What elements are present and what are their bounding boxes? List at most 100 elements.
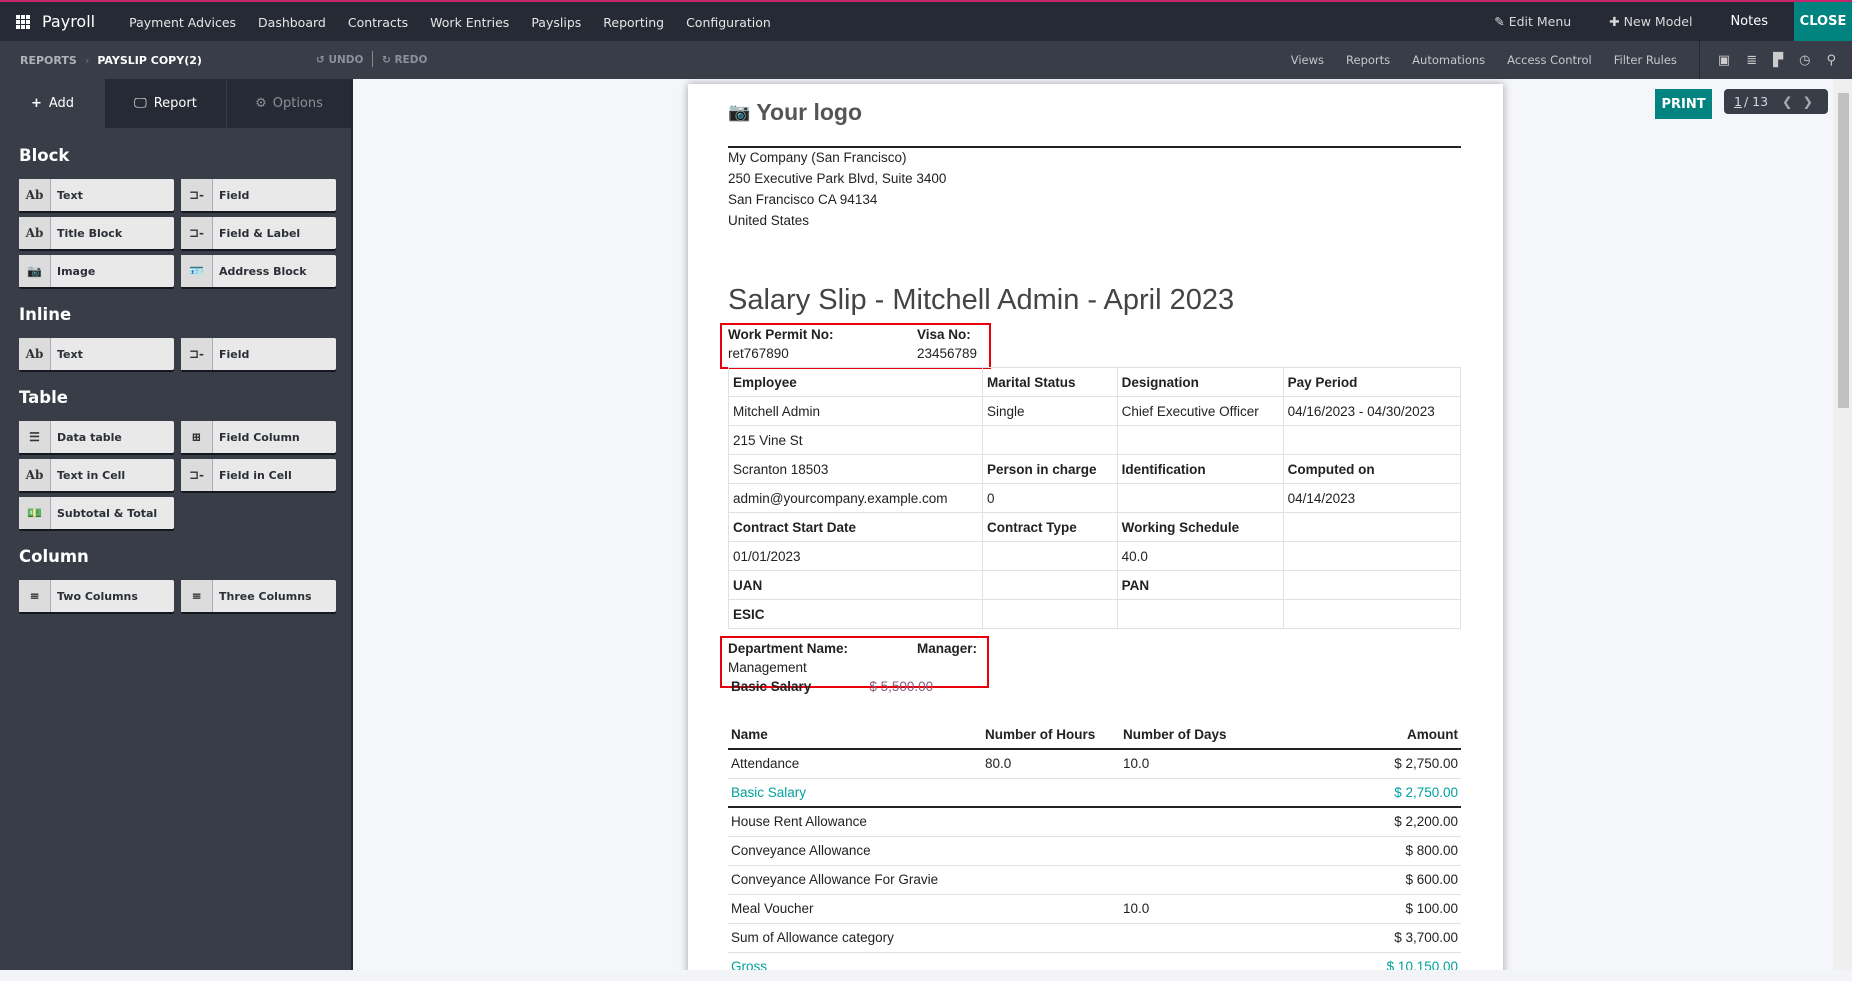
menu-item-contracts[interactable]: Contracts	[348, 15, 408, 30]
component-subtotal-total[interactable]: 💵 Subtotal & Total	[19, 497, 174, 529]
component-field-in-cell[interactable]: ⊐- Field in Cell	[181, 459, 336, 491]
breadcrumb-separator: ›	[84, 53, 90, 67]
table-row: admin@yourcompany.example.com 0 04/14/2023	[728, 483, 1462, 513]
component-title-block[interactable]: Ab Title Block	[19, 217, 174, 249]
menu-item-payment-advices[interactable]: Payment Advices	[129, 15, 236, 30]
component-label: Field	[219, 188, 250, 202]
component-field-column[interactable]: ⊞ Field Column	[181, 421, 336, 453]
component-three-columns[interactable]: ≡ Three Columns	[181, 580, 336, 612]
edit-menu-button[interactable]: ✎ Edit Menu	[1494, 14, 1571, 29]
link-access-control[interactable]: Access Control	[1507, 53, 1592, 67]
table-row: Basic Salary $ 2,750.00	[728, 778, 1461, 808]
table-cell: Designation	[1116, 367, 1284, 397]
camera-icon: 📷	[19, 255, 51, 287]
table-cell	[981, 570, 1118, 600]
table-row: House Rent Allowance $ 2,200.00	[728, 807, 1461, 837]
cell-hours	[982, 807, 1120, 837]
form-view-icon[interactable]: ▣	[1718, 53, 1730, 68]
address-line: United States	[728, 213, 810, 228]
tab-report[interactable]: 🖵 Report	[105, 79, 227, 128]
cell-amount: $ 2,750.00	[1258, 778, 1461, 808]
cell-days	[1120, 865, 1258, 895]
close-button[interactable]: CLOSE	[1794, 2, 1852, 41]
apps-menu-icon[interactable]	[16, 14, 30, 29]
cell-name: Meal Voucher	[728, 894, 982, 924]
work-permit-field: Work Permit No: ret767890	[728, 327, 834, 361]
component-data-table[interactable]: ☰ Data table	[19, 421, 174, 453]
new-model-button[interactable]: ✚ New Model	[1609, 14, 1692, 29]
component-field[interactable]: ⊐- Field	[181, 179, 336, 211]
component-text[interactable]: Ab Text	[19, 179, 174, 211]
cell-hours	[982, 894, 1120, 924]
undo-button[interactable]: ↺ UNDO	[316, 54, 363, 66]
employee-info-table: Employee Marital Status Designation Pay Per…	[728, 367, 1462, 629]
notes-button[interactable]: Notes	[1730, 14, 1768, 29]
cell-amount: $ 2,200.00	[1258, 807, 1461, 837]
next-page-icon[interactable]: ❯	[1803, 94, 1813, 109]
field-icon: ⊐-	[181, 338, 213, 370]
table-cell: Person in charge	[981, 454, 1118, 484]
section-title: Inline	[19, 305, 72, 324]
menu-item-configuration[interactable]: Configuration	[686, 15, 771, 30]
component-image[interactable]: 📷 Image	[19, 255, 174, 287]
prev-page-icon[interactable]: ❮	[1782, 94, 1792, 109]
report-page: 📷 Your logo My Company (San Francisco) 250…	[688, 84, 1503, 970]
table-cell: Scranton 18503	[728, 454, 983, 484]
link-filter-rules[interactable]: Filter Rules	[1614, 53, 1677, 67]
tab-options[interactable]: ⚙ Options	[227, 79, 351, 128]
field-icon: ⊐-	[181, 179, 213, 211]
align-left-icon: ≡	[181, 580, 213, 612]
menu-item-payslips[interactable]: Payslips	[531, 15, 581, 30]
cell-name: Gross	[728, 952, 982, 970]
report-canvas: 📷 Your logo My Company (San Francisco) 250…	[355, 79, 1833, 970]
scrollbar-thumb[interactable]	[1838, 93, 1849, 408]
list-view-icon[interactable]: ≣	[1746, 53, 1757, 68]
money-icon: 💵	[19, 497, 51, 529]
link-views[interactable]: Views	[1291, 53, 1324, 67]
table-cell: 40.0	[1116, 541, 1284, 571]
column-header: Amount	[1258, 721, 1461, 750]
cell-amount: $ 600.00	[1258, 865, 1461, 895]
table-cell	[1282, 570, 1462, 600]
redo-button[interactable]: ↻ REDO	[382, 54, 427, 66]
print-button[interactable]: PRINT	[1655, 89, 1712, 119]
link-automations[interactable]: Automations	[1412, 53, 1485, 67]
page-current[interactable]: 1	[1734, 94, 1742, 109]
component-field[interactable]: ⊐- Field	[181, 338, 336, 370]
cell-name: Basic Salary	[728, 778, 982, 808]
menu-item-dashboard[interactable]: Dashboard	[258, 15, 326, 30]
activity-view-icon[interactable]: ◷	[1799, 53, 1810, 68]
component-label: Field	[219, 347, 250, 361]
field-icon: ⊐-	[181, 217, 213, 249]
menu-item-work-entries[interactable]: Work Entries	[430, 15, 509, 30]
component-field-label[interactable]: ⊐- Field & Label	[181, 217, 336, 249]
cell-name: Conveyance Allowance For Gravie	[728, 865, 982, 895]
search-view-icon[interactable]: ⚲	[1826, 53, 1836, 68]
cell-hours	[982, 778, 1120, 808]
vertical-scrollbar[interactable]	[1833, 79, 1852, 970]
component-text[interactable]: Ab Text	[19, 338, 174, 370]
table-cell	[981, 541, 1118, 571]
app-name[interactable]: Payroll	[42, 12, 95, 31]
cell-days	[1120, 836, 1258, 866]
menu-item-reporting[interactable]: Reporting	[603, 15, 664, 30]
breadcrumb-reports[interactable]: REPORTS	[20, 54, 77, 67]
table-cell: 04/14/2023	[1282, 483, 1462, 513]
table-cell	[981, 599, 1118, 629]
table-cell	[1282, 599, 1462, 629]
component-label: Address Block	[219, 264, 307, 278]
ab-icon: Ab	[19, 459, 51, 491]
component-text-in-cell[interactable]: Ab Text in Cell	[19, 459, 174, 491]
plus-square-icon: ⊞	[181, 421, 213, 453]
sub-navbar: REPORTS › PAYSLIP COPY(2) ↺ UNDO ↻ REDO …	[0, 41, 1852, 79]
component-label: Field & Label	[219, 226, 301, 240]
column-header: Number of Days	[1120, 721, 1258, 750]
kanban-view-icon[interactable]: ▛	[1773, 53, 1783, 68]
table-cell: 01/01/2023	[728, 541, 983, 571]
component-two-columns[interactable]: ≡ Two Columns	[19, 580, 174, 612]
tab-add[interactable]: + Add	[0, 79, 105, 128]
component-grid: Ab Text ⊐- Field Ab Title Block ⊐- Field & Labe…	[19, 179, 351, 287]
link-reports[interactable]: Reports	[1346, 53, 1390, 67]
company-logo[interactable]: 📷 Your logo	[728, 99, 862, 126]
component-address-block[interactable]: 🪪 Address Block	[181, 255, 336, 287]
